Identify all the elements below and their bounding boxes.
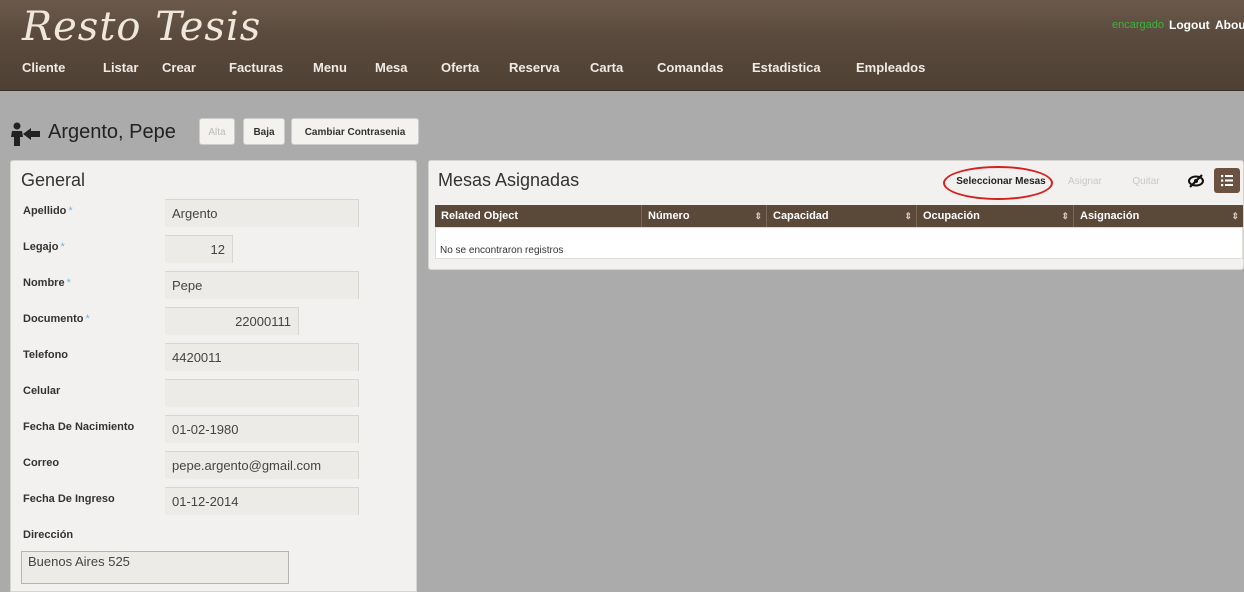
legajo-field[interactable]: 12	[165, 235, 233, 263]
documento-field[interactable]: 22000111	[165, 307, 299, 335]
waiter-icon	[11, 122, 40, 146]
col-capacidad[interactable]: Capacidad ⇕	[767, 205, 917, 227]
sort-icon: ⇕	[904, 211, 912, 221]
nav-cliente[interactable]: Cliente	[22, 60, 65, 75]
correo-label: Correo	[23, 457, 60, 469]
sort-icon: ⇕	[1231, 211, 1239, 221]
nav-estadistica[interactable]: Estadistica	[752, 60, 821, 75]
apellido-field[interactable]: Argento	[165, 199, 359, 227]
nav-menu[interactable]: Menu	[313, 60, 347, 75]
direccion-label: Dirección	[23, 529, 74, 541]
eye-slash-icon[interactable]	[1187, 172, 1205, 190]
fecha-nacimiento-field[interactable]: 01-02-1980	[165, 415, 359, 443]
fecha-ingreso-field[interactable]: 01-12-2014	[165, 487, 359, 515]
seleccionar-mesas-button[interactable]: Seleccionar Mesas	[953, 171, 1049, 193]
nav-carta[interactable]: Carta	[590, 60, 623, 75]
general-panel: General Apellido * Argento Legajo * 12 Nom…	[10, 160, 417, 592]
app-logo[interactable]: Resto Tesis	[22, 4, 261, 50]
list-icon	[1221, 175, 1233, 187]
entity-title: Argento, Pepe	[48, 121, 176, 143]
entity-title-row: Argento, Pepe Alta Baja Cambiar Contrase…	[10, 118, 430, 148]
documento-label: Documento *	[23, 313, 90, 325]
nav-listar[interactable]: Listar	[103, 60, 138, 75]
legajo-label: Legajo *	[23, 241, 65, 253]
col-asignacion[interactable]: Asignación ⇕	[1074, 205, 1243, 227]
nav-reserva[interactable]: Reserva	[509, 60, 560, 75]
nav-comandas[interactable]: Comandas	[657, 60, 723, 75]
current-user: encargado	[1112, 19, 1164, 31]
telefono-field[interactable]: 4420011	[165, 343, 359, 371]
mesas-grid: Related Object Número ⇕ Capacidad ⇕ Ocupac…	[435, 205, 1243, 260]
baja-button[interactable]: Baja	[243, 118, 285, 145]
logout-link[interactable]: Logout	[1169, 18, 1210, 32]
alta-button[interactable]: Alta	[199, 118, 235, 145]
cambiar-contrasenia-button[interactable]: Cambiar Contrasenia	[291, 118, 419, 145]
grid-body: No se encontraron registros	[435, 227, 1243, 259]
about-link[interactable]: About	[1215, 18, 1244, 32]
sort-icon: ⇕	[1061, 211, 1069, 221]
nombre-field[interactable]: Pepe	[165, 271, 359, 299]
app-header: Resto Tesis Cliente Listar Crear Factura…	[0, 0, 1244, 91]
direccion-textarea[interactable]: Buenos Aires 525	[21, 551, 289, 584]
nav-oferta[interactable]: Oferta	[441, 60, 479, 75]
celular-field[interactable]	[165, 379, 359, 407]
nav-facturas[interactable]: Facturas	[229, 60, 283, 75]
mesas-asignadas-panel: Mesas Asignadas Seleccionar Mesas Asigna…	[428, 160, 1244, 270]
nav-crear[interactable]: Crear	[162, 60, 196, 75]
sort-icon: ⇕	[754, 211, 762, 221]
col-related-object[interactable]: Related Object	[435, 205, 642, 227]
celular-label: Celular	[23, 385, 61, 397]
nombre-label: Nombre *	[23, 277, 71, 289]
fecha-ingreso-label: Fecha De Ingreso	[23, 493, 115, 505]
fecha-nacimiento-label: Fecha De Nacimiento	[23, 421, 135, 433]
general-title: General	[21, 170, 86, 190]
quitar-button[interactable]: Quitar	[1129, 171, 1163, 193]
correo-field[interactable]: pepe.argento@gmail.com	[165, 451, 359, 479]
telefono-label: Telefono	[23, 349, 69, 361]
mesas-title: Mesas Asignadas	[438, 170, 580, 190]
col-numero[interactable]: Número ⇕	[642, 205, 767, 227]
empty-message: No se encontraron registros	[440, 245, 564, 256]
grid-header: Related Object Número ⇕ Capacidad ⇕ Ocupac…	[435, 205, 1243, 227]
nav-mesa[interactable]: Mesa	[375, 60, 408, 75]
apellido-label: Apellido *	[23, 205, 73, 217]
nav-empleados[interactable]: Empleados	[856, 60, 925, 75]
asignar-button[interactable]: Asignar	[1065, 171, 1105, 193]
col-ocupacion[interactable]: Ocupación ⇕	[917, 205, 1074, 227]
list-view-button[interactable]	[1214, 168, 1240, 193]
